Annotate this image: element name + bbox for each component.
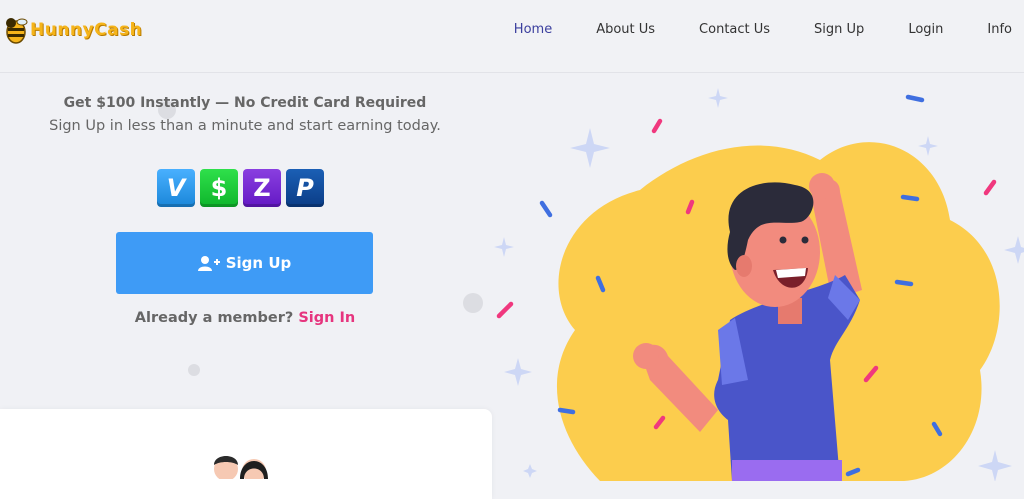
confetti — [894, 279, 914, 287]
nav-login[interactable]: Login — [908, 22, 943, 37]
brand-logo[interactable]: HunnyCash — [0, 12, 142, 48]
site-header: HunnyCash Home About Us Contact Us Sign … — [0, 0, 1024, 73]
sign-up-button[interactable]: Sign Up — [116, 232, 373, 294]
confetti — [496, 301, 514, 319]
sparkle — [978, 450, 1012, 481]
nav-home[interactable]: Home — [514, 22, 552, 37]
add-user-icon — [197, 256, 220, 271]
decor-dot — [188, 364, 200, 376]
hero-headline: Get $100 Instantly — No Credit Card Requ… — [63, 95, 427, 111]
sparkle — [494, 237, 514, 257]
cash-app-icon: $ — [200, 169, 238, 207]
brand-name: HunnyCash — [30, 20, 143, 40]
member-text: Already a member? — [134, 310, 294, 326]
nav-sign-up[interactable]: Sign Up — [814, 22, 864, 37]
payment-methods: V $ Z P — [157, 169, 329, 207]
sparkle — [1004, 236, 1024, 264]
confetti — [905, 94, 925, 103]
nav-contact-us[interactable]: Contact Us — [699, 22, 770, 37]
confetti — [539, 200, 553, 218]
confetti — [651, 118, 663, 134]
people-avatars-icon — [214, 456, 268, 479]
sparkle — [708, 88, 728, 108]
confetti — [983, 179, 997, 196]
sparkle — [523, 464, 537, 478]
confetti — [900, 194, 920, 202]
confetti — [557, 407, 576, 415]
paypal-icon: P — [286, 169, 324, 207]
sparkle — [504, 358, 532, 386]
hero-subline: Sign Up in less than a minute and start … — [49, 118, 441, 134]
zelle-icon: Z — [243, 169, 281, 207]
info-card — [0, 409, 492, 499]
sign-up-button-label: Sign Up — [225, 254, 292, 272]
sparkle — [570, 128, 610, 168]
nav-about-us[interactable]: About Us — [596, 22, 655, 37]
sparkle — [918, 136, 938, 156]
nav-info[interactable]: Info — [987, 22, 1012, 37]
bee-icon — [0, 14, 28, 46]
member-prompt: Already a member? Sign In — [0, 310, 490, 326]
sign-in-link[interactable]: Sign In — [298, 310, 355, 326]
venmo-icon: V — [157, 169, 195, 207]
main-nav: Home About Us Contact Us Sign Up Login I… — [514, 22, 1024, 37]
hero-illustration — [494, 88, 1024, 481]
